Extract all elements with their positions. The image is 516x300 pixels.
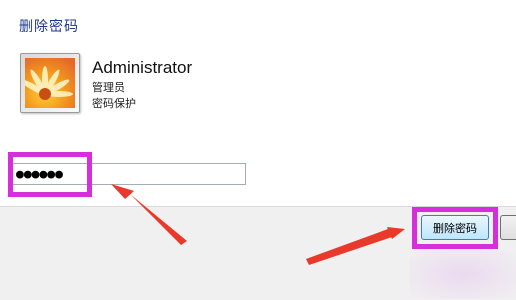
- user-name: Administrator: [92, 58, 193, 77]
- page-title: 删除密码: [19, 19, 79, 35]
- user-role: 管理员: [92, 81, 125, 94]
- highlight-password-input: [8, 152, 92, 197]
- flower-icon: [25, 58, 75, 108]
- user-avatar: [20, 53, 80, 113]
- user-status: 密码保护: [92, 97, 136, 110]
- cancel-button[interactable]: [500, 215, 516, 240]
- watermark: [410, 250, 516, 299]
- highlight-delete-button: [412, 207, 498, 249]
